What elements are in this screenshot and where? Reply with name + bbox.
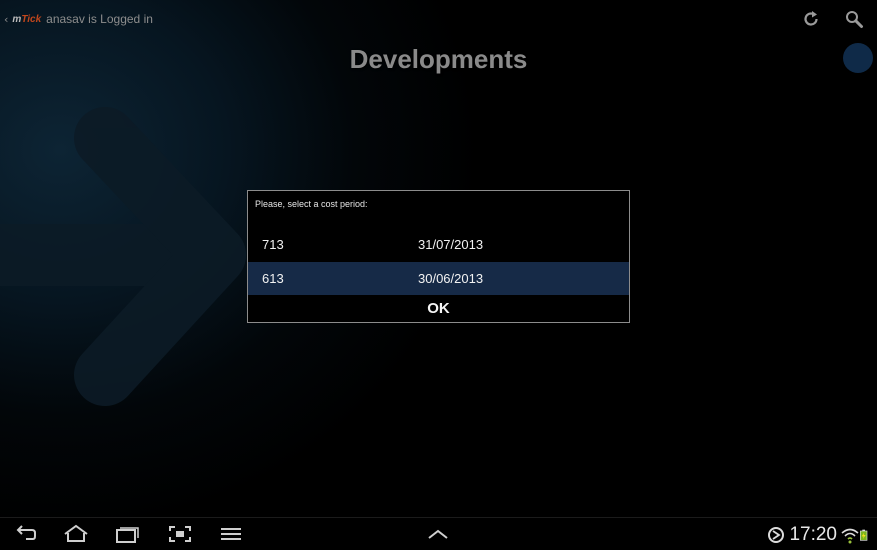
search-icon[interactable] (844, 9, 864, 29)
cost-period-dialog: Please, select a cost period: 713 31/07/… (247, 190, 630, 323)
period-row[interactable]: 713 31/07/2013 (248, 228, 629, 261)
sync-icon (768, 527, 785, 543)
back-icon[interactable] (13, 524, 39, 544)
chevron-up-icon[interactable] (425, 524, 451, 544)
page-title: Developments (349, 44, 528, 74)
app-home-up-button[interactable]: ‹ m Tick anasav is Logged in (4, 11, 153, 27)
period-row-selected[interactable]: 613 30/06/2013 (248, 262, 629, 295)
wifi-icon (841, 528, 859, 544)
period-number: 613 (262, 271, 284, 286)
action-bar: ‹ m Tick anasav is Logged in (0, 0, 877, 38)
period-date: 31/07/2013 (418, 237, 484, 252)
battery-charging-icon (860, 529, 868, 541)
status-area[interactable]: 17:20 (767, 522, 871, 548)
refresh-icon[interactable] (801, 9, 821, 29)
period-number: 713 (262, 237, 284, 252)
logged-in-status: anasav is Logged in (46, 12, 153, 26)
app-screen: ‹ m Tick anasav is Logged in Developments… (0, 0, 877, 550)
recent-apps-icon[interactable] (115, 524, 141, 544)
screenshot-icon[interactable] (167, 524, 193, 544)
system-navigation-bar: 17:20 (0, 517, 877, 550)
period-date: 30/06/2013 (418, 271, 484, 286)
clock: 17:20 (789, 524, 837, 545)
app-logo: m Tick (12, 13, 42, 25)
ok-button[interactable]: OK (248, 295, 629, 322)
dialog-prompt: Please, select a cost period: (255, 199, 368, 209)
up-caret-icon: ‹ (4, 12, 9, 26)
home-icon[interactable] (63, 524, 89, 544)
menu-icon[interactable] (218, 524, 244, 544)
